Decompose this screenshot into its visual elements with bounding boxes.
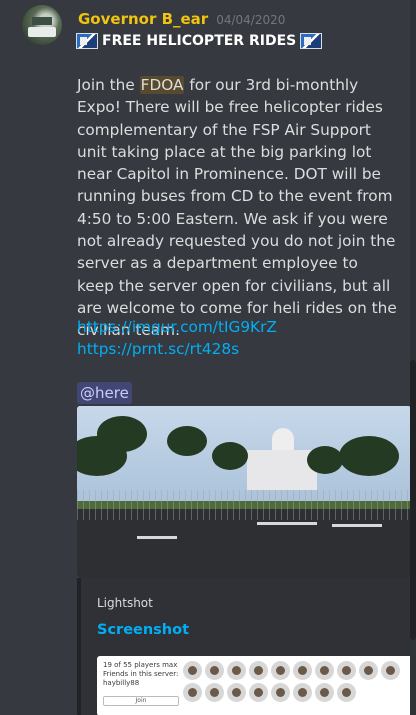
message-title: FREE HELICOPTER RIDES (76, 30, 323, 52)
player-avatar-icon (381, 661, 400, 680)
player-avatar-icon (337, 683, 356, 702)
player-avatar-icon (293, 683, 312, 702)
player-avatar-icon (293, 661, 312, 680)
player-avatar-icon (205, 683, 224, 702)
here-mention[interactable]: @here (77, 382, 132, 404)
body-post: for our 3rd bi-monthly Expo! There will … (77, 76, 397, 340)
player-avatar-icon (359, 661, 378, 680)
player-avatars (183, 661, 415, 702)
message-body: Join the FDOA for our 3rd bi-monthly Exp… (77, 74, 397, 342)
message-header: Governor B_ear 04/04/2020 (78, 10, 285, 30)
player-avatar-icon (249, 683, 268, 702)
player-avatar-icon (249, 661, 268, 680)
lightshot-embed: Lightshot Screenshot 19 of 55 players ma… (77, 578, 415, 715)
title-text: FREE HELICOPTER RIDES (102, 33, 297, 49)
body-pre: Join the (77, 76, 140, 94)
thumb-text: 19 of 55 players max Friends in this ser… (103, 661, 179, 687)
username[interactable]: Governor B_ear (78, 10, 208, 28)
player-avatar-icon (227, 661, 246, 680)
highlight-fdoa: FDOA (139, 76, 185, 94)
player-avatar-icon (271, 661, 290, 680)
player-avatar-icon (271, 683, 290, 702)
fk-badge-icon (300, 33, 323, 49)
user-avatar[interactable] (22, 5, 62, 45)
player-avatar-icon (315, 661, 334, 680)
timestamp: 04/04/2020 (216, 13, 286, 27)
fk-badge-icon (76, 33, 98, 49)
scrollbar-thumb[interactable] (410, 360, 416, 640)
embed-thumbnail[interactable]: 19 of 55 players max Friends in this ser… (97, 656, 415, 715)
prntsc-link[interactable]: https://prnt.sc/rt428s (77, 340, 239, 358)
embed-provider: Lightshot (97, 596, 153, 610)
join-button: Join (103, 696, 179, 706)
embed-title-link[interactable]: Screenshot (97, 622, 189, 638)
player-avatar-icon (183, 661, 202, 680)
player-avatar-icon (227, 683, 246, 702)
attached-image[interactable] (77, 406, 411, 578)
player-avatar-icon (337, 661, 356, 680)
player-avatar-icon (205, 661, 224, 680)
imgur-link[interactable]: https://imgur.com/tIG9KrZ (77, 318, 277, 336)
player-avatar-icon (315, 683, 334, 702)
player-avatar-icon (183, 683, 202, 702)
